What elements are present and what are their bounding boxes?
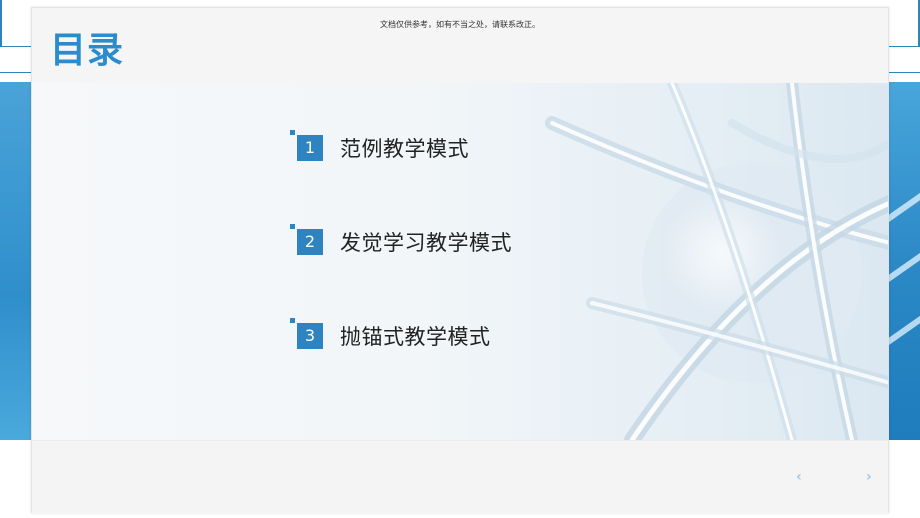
menu-item-label: 范例教学模式	[340, 137, 469, 161]
menu-item-number: 2	[297, 229, 323, 255]
left-side-band	[0, 82, 32, 440]
menu-item-label: 发觉学习教学模式	[340, 231, 512, 255]
prev-slide-icon[interactable]: ‹	[796, 469, 802, 485]
slide-canvas: 文档仅供参考，如有不当之处，请联系改正。 目录 1 范例教学模式 2 发觉学习教…	[31, 7, 889, 514]
slide-header: 文档仅供参考，如有不当之处，请联系改正。 目录	[32, 8, 888, 83]
menu-item-marker	[290, 318, 295, 323]
menu-item-label: 抛锚式教学模式	[340, 325, 491, 349]
slide-content: 1 范例教学模式 2 发觉学习教学模式 3 抛锚式教学模式	[32, 83, 888, 440]
menu-item-marker	[290, 130, 295, 135]
slide-footer	[32, 440, 888, 514]
watermark-text: 文档仅供参考，如有不当之处，请联系改正。	[380, 20, 540, 29]
next-slide-icon[interactable]: ›	[866, 469, 872, 485]
menu-item-number: 1	[297, 135, 323, 161]
menu-item-number: 3	[297, 323, 323, 349]
right-side-band	[888, 82, 920, 440]
frame-left-edge	[0, 0, 2, 47]
slide-title: 目录	[50, 30, 125, 71]
menu-item-marker	[290, 224, 295, 229]
